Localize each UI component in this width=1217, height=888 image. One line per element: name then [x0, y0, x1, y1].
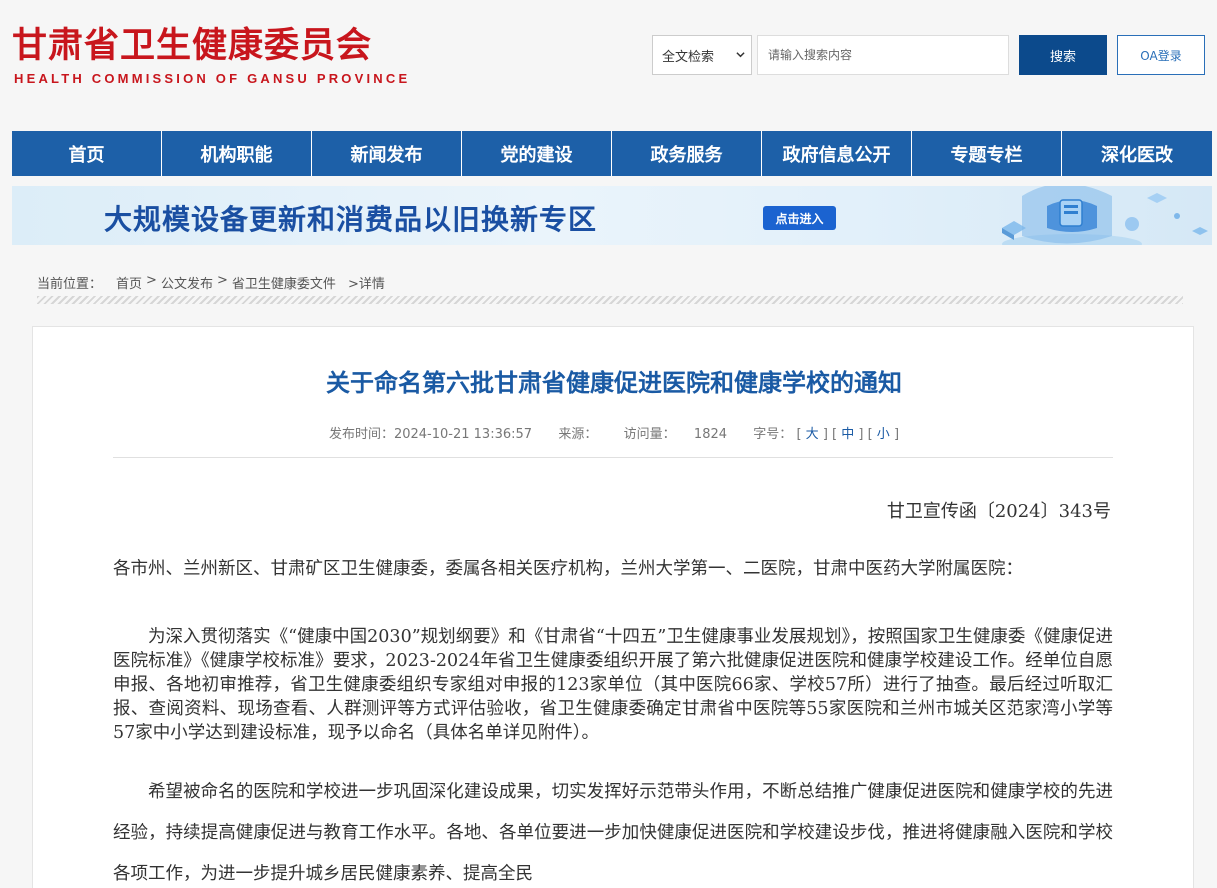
font-size-small-button[interactable]: 小 [877, 427, 890, 442]
banner-title: 大规模设备更新和消费品以旧换新专区 [104, 203, 598, 236]
font-size-large-button[interactable]: 大 [806, 427, 819, 442]
breadcrumb-item-documents[interactable]: 公文发布 [161, 273, 213, 292]
article-container: 关于命名第六批甘肃省健康促进医院和健康学校的通知 发布时间：2024-10-21… [32, 326, 1194, 888]
nav-item-party[interactable]: 党的建设 [462, 131, 612, 176]
search-scope-select[interactable]: 全文检索 [652, 35, 752, 75]
breadcrumb-current: >详情 [348, 277, 385, 292]
promo-banner[interactable]: 大规模设备更新和消费品以旧换新专区 点击进入 [12, 186, 1212, 245]
banner-illustration-icon [1002, 186, 1208, 245]
article-meta: 发布时间：2024-10-21 13:36:57 来源： 访问量： 1824 字… [328, 427, 900, 442]
nav-item-topics[interactable]: 专题专栏 [912, 131, 1062, 176]
publish-time: 发布时间：2024-10-21 13:36:57 [328, 427, 533, 442]
font-size-medium-button[interactable]: 中 [841, 427, 854, 442]
search-scope-value: 全文检索 [662, 49, 715, 65]
font-size-label: 字号： [753, 427, 793, 442]
nav-item-reform[interactable]: 深化医改 [1062, 131, 1212, 176]
breadcrumb-item-commission-files[interactable]: 省卫生健康委文件 [232, 273, 336, 292]
nav-item-services[interactable]: 政务服务 [612, 131, 762, 176]
breadcrumb-item-home[interactable]: 首页 [116, 273, 142, 292]
source-label: 来源： [558, 427, 598, 442]
nav-item-functions[interactable]: 机构职能 [162, 131, 312, 176]
breadcrumb-label: 当前位置： [37, 277, 103, 292]
breadcrumb-separator: > [216, 273, 228, 288]
article-paragraph-body: 为深入贯彻落实《“健康中国2030”规划纲要》和《甘肃省“十四五”卫生健康事业发… [113, 627, 1113, 743]
banner-enter-button[interactable]: 点击进入 [763, 206, 836, 230]
views-label: 访问量： [623, 427, 676, 442]
article-paragraph-body: 希望被命名的医院和学校进一步巩固深化建设成果，切实发挥好示范带头作用，不断总结推… [113, 782, 1113, 884]
search-input[interactable] [757, 35, 1009, 75]
nav-item-disclosure[interactable]: 政府信息公开 [762, 131, 912, 176]
breadcrumb-spacer [340, 273, 344, 292]
hatch-divider [37, 296, 1183, 304]
nav-item-news[interactable]: 新闻发布 [312, 131, 462, 176]
breadcrumb-separator: > [146, 273, 157, 288]
views-count: 1824 [693, 427, 728, 442]
meta-divider [113, 457, 1113, 458]
breadcrumb: 当前位置： 首页 > 公文发布 > 省卫生健康委文件 >详情 [37, 273, 385, 292]
site-header: 甘肃省卫生健康委员会 HEALTH COMMISSION OF GANSU PR… [0, 0, 1217, 130]
chevron-down-icon [736, 52, 745, 58]
nav-item-home[interactable]: 首页 [12, 131, 162, 176]
main-nav: 首页 机构职能 新闻发布 党的建设 政务服务 政府信息公开 专题专栏 深化医改 [12, 131, 1212, 176]
oa-login-button[interactable]: OA登录 [1117, 35, 1205, 75]
article-paragraph-salutation: 各市州、兰州新区、甘肃矿区卫生健康委，委属各相关医疗机构，兰州大学第一、二医院，… [113, 559, 1023, 579]
site-logo-chinese[interactable]: 甘肃省卫生健康委员会 [12, 26, 372, 66]
article-title: 关于命名第六批甘肃省健康促进医院和健康学校的通知 [326, 369, 902, 397]
search-button[interactable]: 搜索 [1019, 35, 1107, 75]
document-number: 甘卫宣传函〔2024〕343号 [886, 501, 1111, 522]
site-logo-english[interactable]: HEALTH COMMISSION OF GANSU PROVINCE [14, 71, 410, 86]
